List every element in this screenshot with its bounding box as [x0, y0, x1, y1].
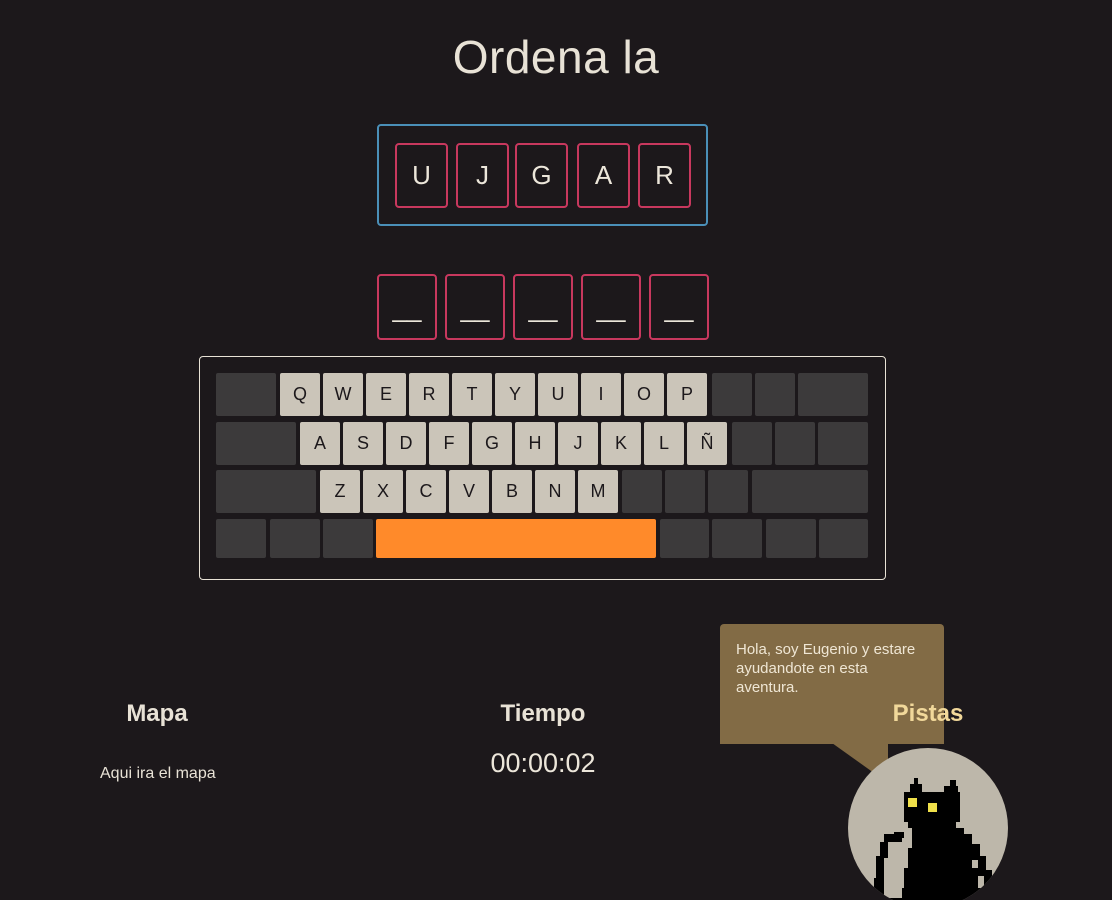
key-z[interactable]: Z — [320, 470, 360, 513]
cat-avatar[interactable] — [848, 748, 1008, 900]
key-r[interactable]: R — [409, 373, 449, 416]
key-w[interactable]: W — [323, 373, 363, 416]
page-title: Ordena la — [452, 31, 660, 83]
key-x[interactable]: X — [363, 470, 403, 513]
key-l[interactable]: L — [644, 422, 684, 465]
key-blank[interactable] — [712, 373, 752, 416]
key-blank[interactable] — [216, 373, 276, 416]
hints-heading: Pistas — [892, 700, 964, 727]
key-blank[interactable] — [755, 373, 795, 416]
scrambled-letters-box: U J G A R — [377, 124, 708, 226]
key-blank[interactable] — [775, 422, 815, 465]
time-section: Tiempo — [443, 700, 643, 728]
key-g[interactable]: G — [472, 422, 512, 465]
letter-tile[interactable]: U — [395, 143, 448, 208]
answer-slot[interactable]: __ — [377, 274, 437, 340]
key-d[interactable]: D — [386, 422, 426, 465]
key-blank[interactable] — [819, 519, 868, 558]
letter-tile[interactable]: J — [456, 143, 509, 208]
key-blank[interactable] — [216, 422, 296, 465]
spacebar-key[interactable] — [376, 519, 656, 558]
map-heading: Mapa — [126, 700, 188, 727]
key-blank[interactable] — [712, 519, 762, 558]
answer-slot[interactable]: __ — [445, 274, 505, 340]
on-screen-keyboard: Q W E R T Y U I O P A S D F G H J K L Ñ … — [199, 356, 886, 580]
key-y[interactable]: Y — [495, 373, 535, 416]
answer-slot[interactable]: __ — [649, 274, 709, 340]
key-blank[interactable] — [818, 422, 868, 465]
time-heading: Tiempo — [500, 700, 586, 727]
pixel-black-cat-icon — [874, 778, 992, 900]
key-j[interactable]: J — [558, 422, 598, 465]
key-k[interactable]: K — [601, 422, 641, 465]
key-e[interactable]: E — [366, 373, 406, 416]
key-a[interactable]: A — [300, 422, 340, 465]
key-c[interactable]: C — [406, 470, 446, 513]
answer-slot[interactable]: __ — [581, 274, 641, 340]
letter-tile[interactable]: R — [638, 143, 691, 208]
key-blank[interactable] — [622, 470, 662, 513]
key-blank[interactable] — [766, 519, 816, 558]
key-i[interactable]: I — [581, 373, 621, 416]
key-t[interactable]: T — [452, 373, 492, 416]
timer-display: 00:00:02 — [490, 748, 596, 778]
map-placeholder-text: Aqui ira el mapa — [100, 765, 216, 782]
key-blank[interactable] — [732, 422, 772, 465]
key-m[interactable]: M — [578, 470, 618, 513]
key-blank[interactable] — [216, 470, 316, 513]
key-u[interactable]: U — [538, 373, 578, 416]
key-n[interactable]: N — [535, 470, 575, 513]
hint-bubble-text: Hola, soy Eugenio y estare ayudandote en… — [736, 641, 916, 696]
key-b[interactable]: B — [492, 470, 532, 513]
key-h[interactable]: H — [515, 422, 555, 465]
key-blank[interactable] — [798, 373, 868, 416]
key-q[interactable]: Q — [280, 373, 320, 416]
key-blank[interactable] — [708, 470, 748, 513]
letter-tile[interactable]: A — [577, 143, 630, 208]
key-blank[interactable] — [665, 470, 705, 513]
key-blank[interactable] — [323, 519, 373, 558]
game-page: Ordena la U J G A R __ __ __ __ __ Q W E… — [0, 0, 1112, 900]
map-section: Mapa — [97, 700, 217, 728]
key-s[interactable]: S — [343, 422, 383, 465]
key-blank[interactable] — [270, 519, 320, 558]
letter-tile[interactable]: G — [515, 143, 568, 208]
key-blank[interactable] — [216, 519, 266, 558]
answer-slot[interactable]: __ — [513, 274, 573, 340]
key-f[interactable]: F — [429, 422, 469, 465]
key-enye[interactable]: Ñ — [687, 422, 727, 465]
key-v[interactable]: V — [449, 470, 489, 513]
key-blank[interactable] — [660, 519, 709, 558]
key-o[interactable]: O — [624, 373, 664, 416]
key-blank[interactable] — [752, 470, 868, 513]
key-p[interactable]: P — [667, 373, 707, 416]
